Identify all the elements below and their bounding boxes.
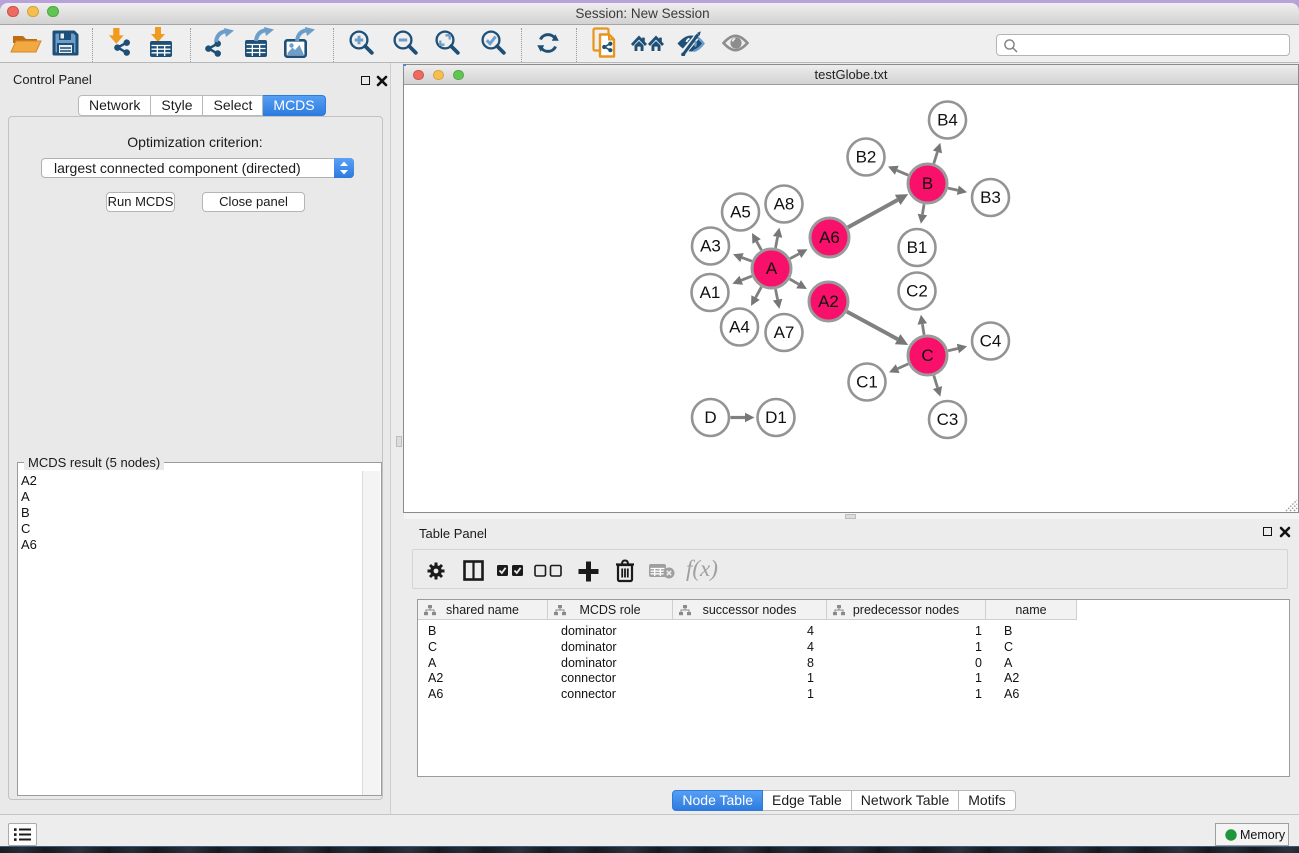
svg-text:D: D xyxy=(704,408,716,427)
svg-text:A6: A6 xyxy=(819,228,840,247)
svg-text:A8: A8 xyxy=(774,195,795,214)
svg-text:C2: C2 xyxy=(906,282,928,301)
svg-text:C4: C4 xyxy=(980,332,1002,351)
svg-text:B2: B2 xyxy=(856,148,877,167)
svg-text:B: B xyxy=(922,174,933,193)
svg-text:A5: A5 xyxy=(730,203,751,222)
svg-text:B3: B3 xyxy=(980,188,1001,207)
svg-text:A7: A7 xyxy=(774,323,795,342)
svg-text:A1: A1 xyxy=(700,283,721,302)
svg-text:C1: C1 xyxy=(856,373,878,392)
svg-text:A4: A4 xyxy=(729,318,750,337)
svg-text:A3: A3 xyxy=(700,237,721,256)
svg-text:A: A xyxy=(766,259,778,278)
svg-text:A2: A2 xyxy=(818,292,839,311)
svg-text:C: C xyxy=(921,346,933,365)
svg-text:B1: B1 xyxy=(907,238,928,257)
svg-text:D1: D1 xyxy=(765,408,787,427)
svg-text:C3: C3 xyxy=(937,410,959,429)
svg-text:B4: B4 xyxy=(937,111,958,130)
